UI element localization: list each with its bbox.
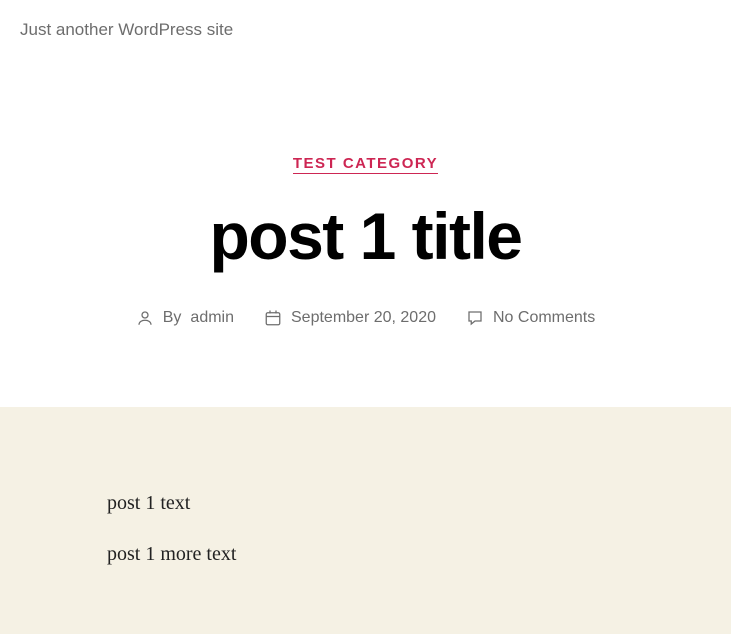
author-by-label: By xyxy=(163,309,182,327)
author-meta: By admin xyxy=(136,309,234,327)
author-link[interactable]: admin xyxy=(190,309,234,327)
post-content: post 1 text post 1 more text xyxy=(0,492,731,566)
post-header: TEST CATEGORY post 1 title By admin Sept… xyxy=(0,40,731,407)
content-paragraph: post 1 more text xyxy=(107,543,731,566)
category-link[interactable]: TEST CATEGORY xyxy=(293,155,438,174)
site-tagline: Just another WordPress site xyxy=(0,0,731,40)
comment-icon xyxy=(466,309,484,327)
date-link[interactable]: September 20, 2020 xyxy=(291,309,436,327)
content-paragraph: post 1 text xyxy=(107,492,731,515)
date-meta: September 20, 2020 xyxy=(264,309,436,327)
person-icon xyxy=(136,309,154,327)
post-meta-row: By admin September 20, 2020 No Comments xyxy=(0,309,731,327)
comments-meta: No Comments xyxy=(466,309,595,327)
calendar-icon xyxy=(264,309,282,327)
post-content-section: post 1 text post 1 more text xyxy=(0,407,731,634)
comments-link[interactable]: No Comments xyxy=(493,309,595,327)
post-title: post 1 title xyxy=(0,203,731,269)
